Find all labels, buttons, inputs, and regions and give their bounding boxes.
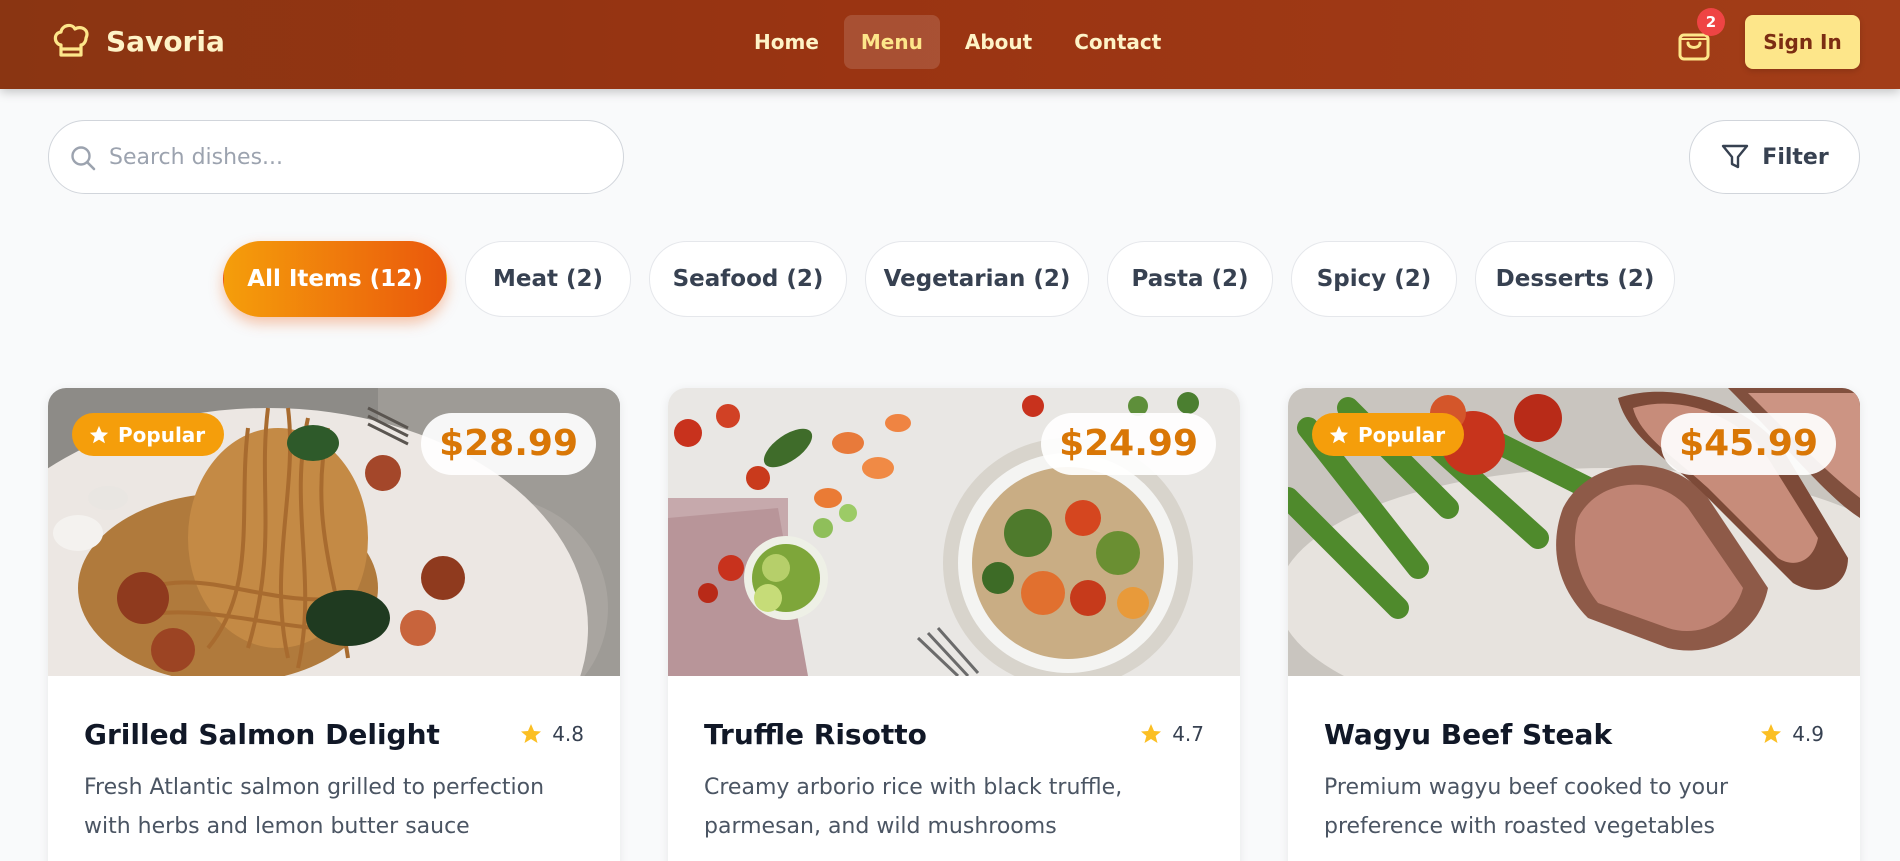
nav-home[interactable]: Home — [737, 15, 836, 69]
nav-about[interactable]: About — [948, 15, 1049, 69]
cart-button[interactable]: 2 — [1669, 8, 1725, 70]
sign-in-button[interactable]: Sign In — [1745, 15, 1860, 69]
dish-rating: 4.8 — [519, 722, 584, 746]
star-icon — [1761, 724, 1782, 743]
dish-rating: 4.7 — [1139, 722, 1204, 746]
dish-description: Fresh Atlantic salmon grilled to perfect… — [84, 775, 545, 839]
filter-label: Filter — [1762, 144, 1829, 170]
popular-label: Popular — [1358, 422, 1446, 447]
popular-badge: Popular — [72, 413, 225, 456]
dish-card[interactable]: Popular $28.99 Grilled Salmon Delight 4.… — [48, 388, 620, 861]
dish-name: Truffle Risotto — [704, 718, 927, 751]
dish-rating: 4.9 — [1759, 722, 1824, 746]
price-tag: $28.99 — [421, 413, 596, 475]
star-icon — [521, 724, 542, 743]
rating-value: 4.8 — [552, 722, 584, 746]
cart-count-badge: 2 — [1697, 8, 1725, 36]
category-seafood[interactable]: Seafood (2) — [649, 241, 847, 317]
star-icon — [1329, 425, 1349, 443]
popular-badge: Popular — [1312, 413, 1465, 456]
dish-description: Creamy arborio rice with black truffle, … — [704, 775, 1123, 839]
search-icon — [71, 146, 96, 171]
category-meat[interactable]: Meat (2) — [465, 241, 631, 317]
dish-name: Wagyu Beef Steak — [1324, 718, 1613, 751]
search-input[interactable] — [109, 135, 599, 179]
top-navbar: Savoria Home Menu About Contact 2 Sign I… — [0, 0, 1900, 89]
brand-name: Savoria — [106, 24, 225, 58]
price-tag: $24.99 — [1041, 413, 1216, 475]
dish-card[interactable]: $24.99 Truffle Risotto 4.7 Creamy arbori… — [668, 388, 1240, 861]
nav-menu[interactable]: Menu — [843, 15, 940, 69]
category-vegetarian[interactable]: Vegetarian (2) — [865, 241, 1089, 317]
search-box[interactable] — [48, 120, 624, 194]
dish-description: Premium wagyu beef cooked to your prefer… — [1324, 775, 1729, 839]
category-filters: All Items (12) Meat (2) Seafood (2) Vege… — [223, 241, 1693, 317]
category-desserts[interactable]: Desserts (2) — [1475, 241, 1675, 317]
dish-name: Grilled Salmon Delight — [84, 718, 440, 751]
brand-logo[interactable]: Savoria — [50, 20, 225, 62]
nav-contact[interactable]: Contact — [1057, 15, 1178, 69]
dish-card[interactable]: Popular $45.99 Wagyu Beef Steak 4.9 Prem… — [1288, 388, 1860, 861]
rating-value: 4.7 — [1172, 722, 1204, 746]
popular-label: Popular — [118, 422, 206, 447]
star-icon — [89, 425, 109, 443]
category-pasta[interactable]: Pasta (2) — [1107, 241, 1273, 317]
chef-hat-icon — [53, 23, 89, 57]
price-tag: $45.99 — [1661, 413, 1836, 475]
rating-value: 4.9 — [1792, 722, 1824, 746]
category-spicy[interactable]: Spicy (2) — [1291, 241, 1457, 317]
main-nav: Home Menu About Contact — [737, 15, 1186, 69]
category-all[interactable]: All Items (12) — [223, 241, 447, 317]
filter-button[interactable]: Filter — [1689, 120, 1860, 194]
funnel-icon — [1722, 144, 1749, 169]
star-icon — [1141, 724, 1162, 743]
